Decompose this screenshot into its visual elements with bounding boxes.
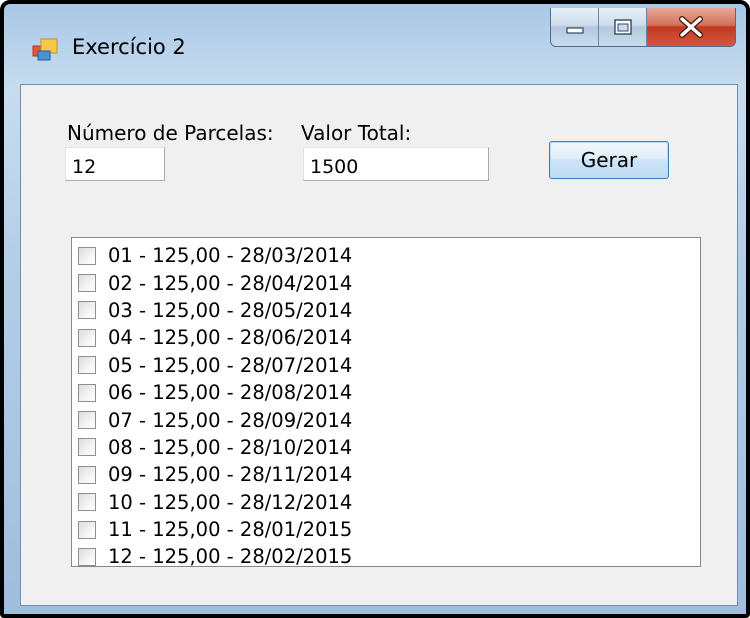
parcelas-input[interactable] — [65, 147, 165, 181]
window-title: Exercício 2 — [72, 35, 186, 59]
list-item[interactable]: 04 - 125,00 - 28/06/2014 — [78, 324, 352, 351]
form-client-area: Número de Parcelas: Valor Total: Gerar 0… — [20, 84, 738, 606]
checkbox[interactable] — [78, 383, 96, 402]
checkbox[interactable] — [78, 465, 96, 484]
checkbox[interactable] — [78, 547, 96, 566]
close-button[interactable] — [647, 8, 735, 46]
title-bar[interactable]: Exercício 2 — [8, 8, 742, 86]
list-item-label: 03 - 125,00 - 28/05/2014 — [108, 298, 353, 322]
checkbox[interactable] — [78, 520, 96, 539]
list-item-label: 01 - 125,00 - 28/03/2014 — [108, 244, 353, 268]
forms-app-icon — [32, 38, 58, 61]
list-item[interactable]: 03 - 125,00 - 28/05/2014 — [78, 297, 352, 324]
list-item[interactable]: 02 - 125,00 - 28/04/2014 — [78, 269, 352, 296]
checkbox[interactable] — [78, 438, 96, 457]
list-item[interactable]: 11 - 125,00 - 28/01/2015 — [78, 516, 352, 543]
list-item-label: 07 - 125,00 - 28/09/2014 — [108, 408, 353, 432]
list-item[interactable]: 05 - 125,00 - 28/07/2014 — [78, 352, 352, 379]
caption-buttons — [550, 8, 736, 47]
checkbox[interactable] — [78, 356, 96, 375]
valor-total-input[interactable] — [303, 147, 489, 181]
parcelas-checked-listbox[interactable]: 01 - 125,00 - 28/03/2014 02 - 125,00 - 28… — [71, 237, 701, 568]
checkbox[interactable] — [78, 411, 96, 430]
close-icon — [679, 16, 703, 38]
checkbox[interactable] — [78, 301, 96, 320]
list-item-label: 08 - 125,00 - 28/10/2014 — [108, 435, 353, 459]
parcelas-label: Número de Parcelas: — [67, 121, 274, 145]
minimize-icon — [565, 27, 584, 34]
list-item[interactable]: 12 - 125,00 - 28/02/2015 — [78, 543, 352, 570]
list-item-label: 11 - 125,00 - 28/01/2015 — [108, 518, 353, 542]
list-item[interactable]: 06 - 125,00 - 28/08/2014 — [78, 379, 352, 406]
checkbox[interactable] — [78, 328, 96, 347]
list-item[interactable]: 10 - 125,00 - 28/12/2014 — [78, 489, 352, 516]
list-item-label: 05 - 125,00 - 28/07/2014 — [108, 353, 353, 377]
list-item[interactable]: 07 - 125,00 - 28/09/2014 — [78, 406, 352, 433]
checkbox[interactable] — [78, 274, 96, 293]
listbox-items: 01 - 125,00 - 28/03/2014 02 - 125,00 - 28… — [78, 242, 352, 571]
list-item-label: 09 - 125,00 - 28/11/2014 — [108, 463, 353, 487]
valor-total-label: Valor Total: — [301, 121, 412, 145]
list-item-label: 12 - 125,00 - 28/02/2015 — [108, 545, 353, 569]
gerar-button[interactable]: Gerar — [549, 141, 669, 179]
checkbox[interactable] — [78, 493, 96, 512]
list-item[interactable]: 09 - 125,00 - 28/11/2014 — [78, 461, 352, 488]
list-item[interactable]: 01 - 125,00 - 28/03/2014 — [78, 242, 352, 269]
minimize-button[interactable] — [551, 8, 599, 46]
list-item-label: 04 - 125,00 - 28/06/2014 — [108, 326, 353, 350]
maximize-button[interactable] — [599, 8, 647, 46]
application-window: Exercício 2 Número de Parcelas: 12 Valor… — [0, 0, 750, 618]
checkbox[interactable] — [78, 246, 96, 265]
list-item-label: 02 - 125,00 - 28/04/2014 — [108, 271, 353, 295]
list-item[interactable]: 08 - 125,00 - 28/10/2014 — [78, 434, 352, 461]
maximize-icon — [613, 19, 632, 35]
list-item-label: 10 - 125,00 - 28/12/2014 — [108, 490, 353, 514]
list-item-label: 06 - 125,00 - 28/08/2014 — [108, 381, 353, 405]
